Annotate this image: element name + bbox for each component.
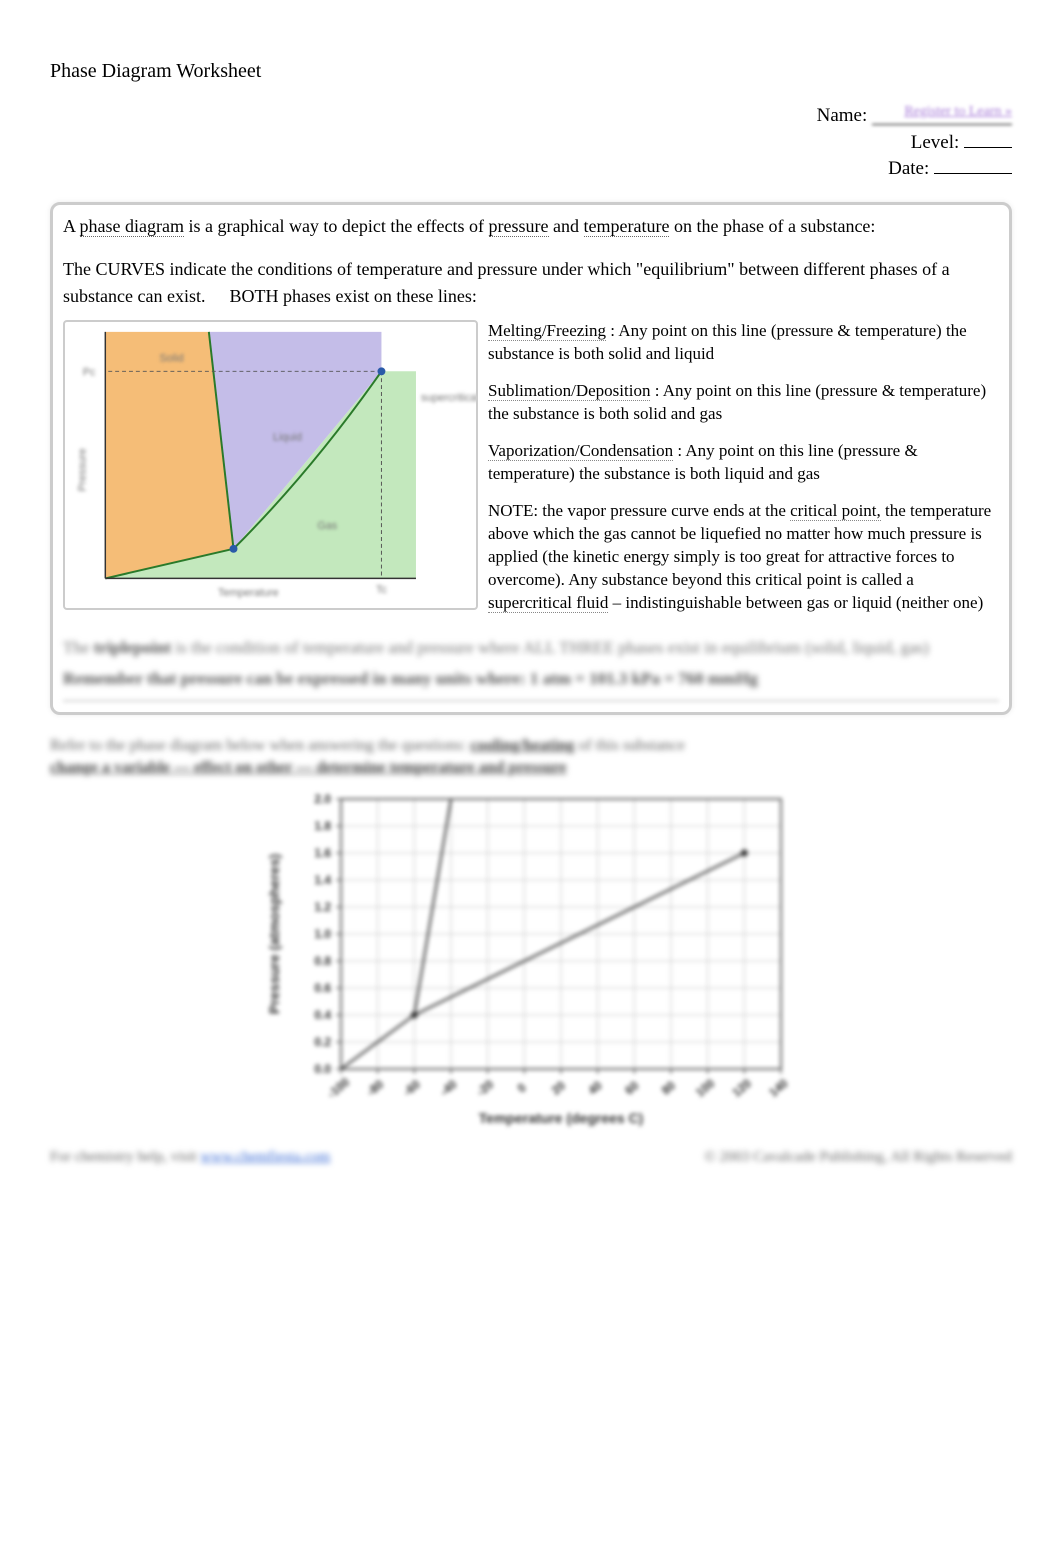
diagram-row: Solid Liquid Gas supercritical Temperatu… [63, 320, 999, 628]
term-vaporization-condensation: Vaporization/Condensation [488, 441, 673, 461]
curves-text-b: BOTH phases exist on these lines: [229, 286, 476, 306]
svg-text:2.0: 2.0 [314, 792, 331, 806]
curves-paragraph: The CURVES indicate the conditions of te… [63, 256, 999, 310]
footer-right: © 2003 Cavalcade Publishing, All Rights … [704, 1149, 1012, 1166]
blurred-text: The [63, 638, 94, 657]
intro-text: A [63, 216, 80, 236]
term-critical-point: critical point, [790, 501, 881, 521]
svg-text:1.6: 1.6 [314, 846, 331, 860]
svg-text:60: 60 [622, 1078, 641, 1098]
blurred-triple-point-line: The triplepoint is the condition of temp… [63, 635, 999, 661]
svg-text:0.0: 0.0 [314, 1062, 331, 1076]
svg-text:0.8: 0.8 [314, 954, 331, 968]
diagram-tc: Tc [376, 585, 387, 597]
diagram-pc: Pc [83, 367, 96, 379]
svg-text:1.4: 1.4 [314, 873, 331, 887]
svg-text:1.2: 1.2 [314, 900, 331, 914]
footer-left: For chemistry help, visit www.chemfiesta… [50, 1149, 330, 1166]
note-text: the vapor pressure curve ends at the [538, 501, 790, 520]
diagram-xlabel: Temperature [218, 587, 279, 599]
svg-text:140: 140 [766, 1076, 791, 1100]
definitions-column: Melting/Freezing : Any point on this lin… [488, 320, 999, 628]
intro-text: is a graphical way to depict the effects… [184, 216, 489, 236]
svg-text:-60: -60 [401, 1077, 424, 1099]
svg-text:120: 120 [730, 1076, 755, 1100]
term-pressure: pressure [489, 216, 549, 237]
diagram-label-solid: Solid [160, 353, 184, 365]
svg-text:Temperature (degrees C): Temperature (degrees C) [479, 1110, 644, 1126]
diagram-ylabel: Pressure [77, 449, 89, 492]
meta-date-row: Date: [612, 155, 1012, 182]
diagram-label-gas: Gas [317, 520, 337, 532]
footer-link[interactable]: www.chemfiesta.com [200, 1149, 330, 1165]
definition-sublimation: Sublimation/Deposition : Any point on th… [488, 380, 999, 426]
term-temperature: temperature [584, 216, 670, 237]
svg-text:-20: -20 [474, 1077, 497, 1099]
svg-text:0.4: 0.4 [314, 1008, 331, 1022]
term-melting-freezing: Melting/Freezing [488, 321, 606, 341]
phase-chart: -100 -80 -60 -40 -20 0 20 40 60 80 100 120 140 0.0 0.2… [50, 789, 1012, 1129]
intro-paragraph: A phase diagram is a graphical way to de… [63, 215, 999, 238]
diagram-label-supercritical: supercritical [421, 392, 476, 404]
page-title: Phase Diagram Worksheet [50, 60, 1012, 83]
svg-text:0.2: 0.2 [314, 1035, 331, 1049]
svg-text:0.6: 0.6 [314, 981, 331, 995]
register-link[interactable]: Register to Learn » [872, 103, 1012, 125]
name-label: Name: [817, 105, 872, 126]
instruction-line2: change a variable — effect on other — de… [50, 759, 567, 776]
meta-level-row: Level: [612, 129, 1012, 156]
content-box: A phase diagram is a graphical way to de… [50, 202, 1012, 715]
definition-vaporization: Vaporization/Condensation : Any point on… [488, 440, 999, 486]
divider [63, 700, 999, 702]
instructions-blurred: Refer to the phase diagram below when an… [50, 735, 1012, 780]
diagram-label-liquid: Liquid [273, 432, 302, 444]
blurred-text: is the condition of temperature and pres… [171, 638, 929, 657]
svg-text:100: 100 [693, 1076, 718, 1100]
intro-text: on the phase of a substance: [669, 216, 875, 236]
footer: For chemistry help, visit www.chemfiesta… [50, 1149, 1012, 1166]
svg-text:Pressure (atmospheres): Pressure (atmospheres) [266, 854, 282, 1014]
footer-text: For chemistry help, visit [50, 1149, 200, 1165]
curves-text-a: The CURVES indicate the conditions of te… [63, 259, 950, 306]
term-sublimation-deposition: Sublimation/Deposition [488, 381, 650, 401]
term-supercritical-fluid: supercritical fluid [488, 593, 608, 613]
note-head: NOTE: [488, 501, 538, 520]
svg-text:0: 0 [515, 1081, 529, 1096]
definition-melting: Melting/Freezing : Any point on this lin… [488, 320, 999, 366]
date-label: Date: [888, 158, 934, 179]
instruction-text: of this substance [574, 737, 685, 754]
instruction-emphasis: cooling/heating [470, 737, 574, 754]
meta-name-row: Name: Register to Learn » [612, 103, 1012, 129]
svg-text:-80: -80 [364, 1077, 387, 1099]
term-triple-point: triplepoint [94, 638, 171, 657]
meta-block: Name: Register to Learn » Level: Date: [612, 103, 1012, 182]
date-blank [934, 155, 1012, 174]
svg-text:1.8: 1.8 [314, 819, 331, 833]
svg-text:-100: -100 [325, 1075, 353, 1101]
svg-text:80: 80 [659, 1078, 678, 1098]
svg-text:1.0: 1.0 [314, 927, 331, 941]
note-text: – indistinguishable between gas or liqui… [608, 593, 983, 612]
blurred-text: Remember that pressure can be expressed … [63, 669, 758, 688]
level-blank [964, 129, 1012, 148]
svg-text:-40: -40 [437, 1077, 460, 1099]
svg-text:40: 40 [585, 1078, 604, 1098]
instruction-text: Refer to the phase diagram below when an… [50, 737, 470, 754]
term-phase-diagram: phase diagram [80, 216, 184, 237]
definition-note: NOTE: the vapor pressure curve ends at t… [488, 500, 999, 615]
svg-text:20: 20 [549, 1078, 568, 1098]
phase-diagram-image: Solid Liquid Gas supercritical Temperatu… [63, 320, 478, 610]
blurred-pressure-units-line: Remember that pressure can be expressed … [63, 666, 999, 692]
level-label: Level: [911, 132, 964, 153]
intro-text: and [549, 216, 584, 236]
